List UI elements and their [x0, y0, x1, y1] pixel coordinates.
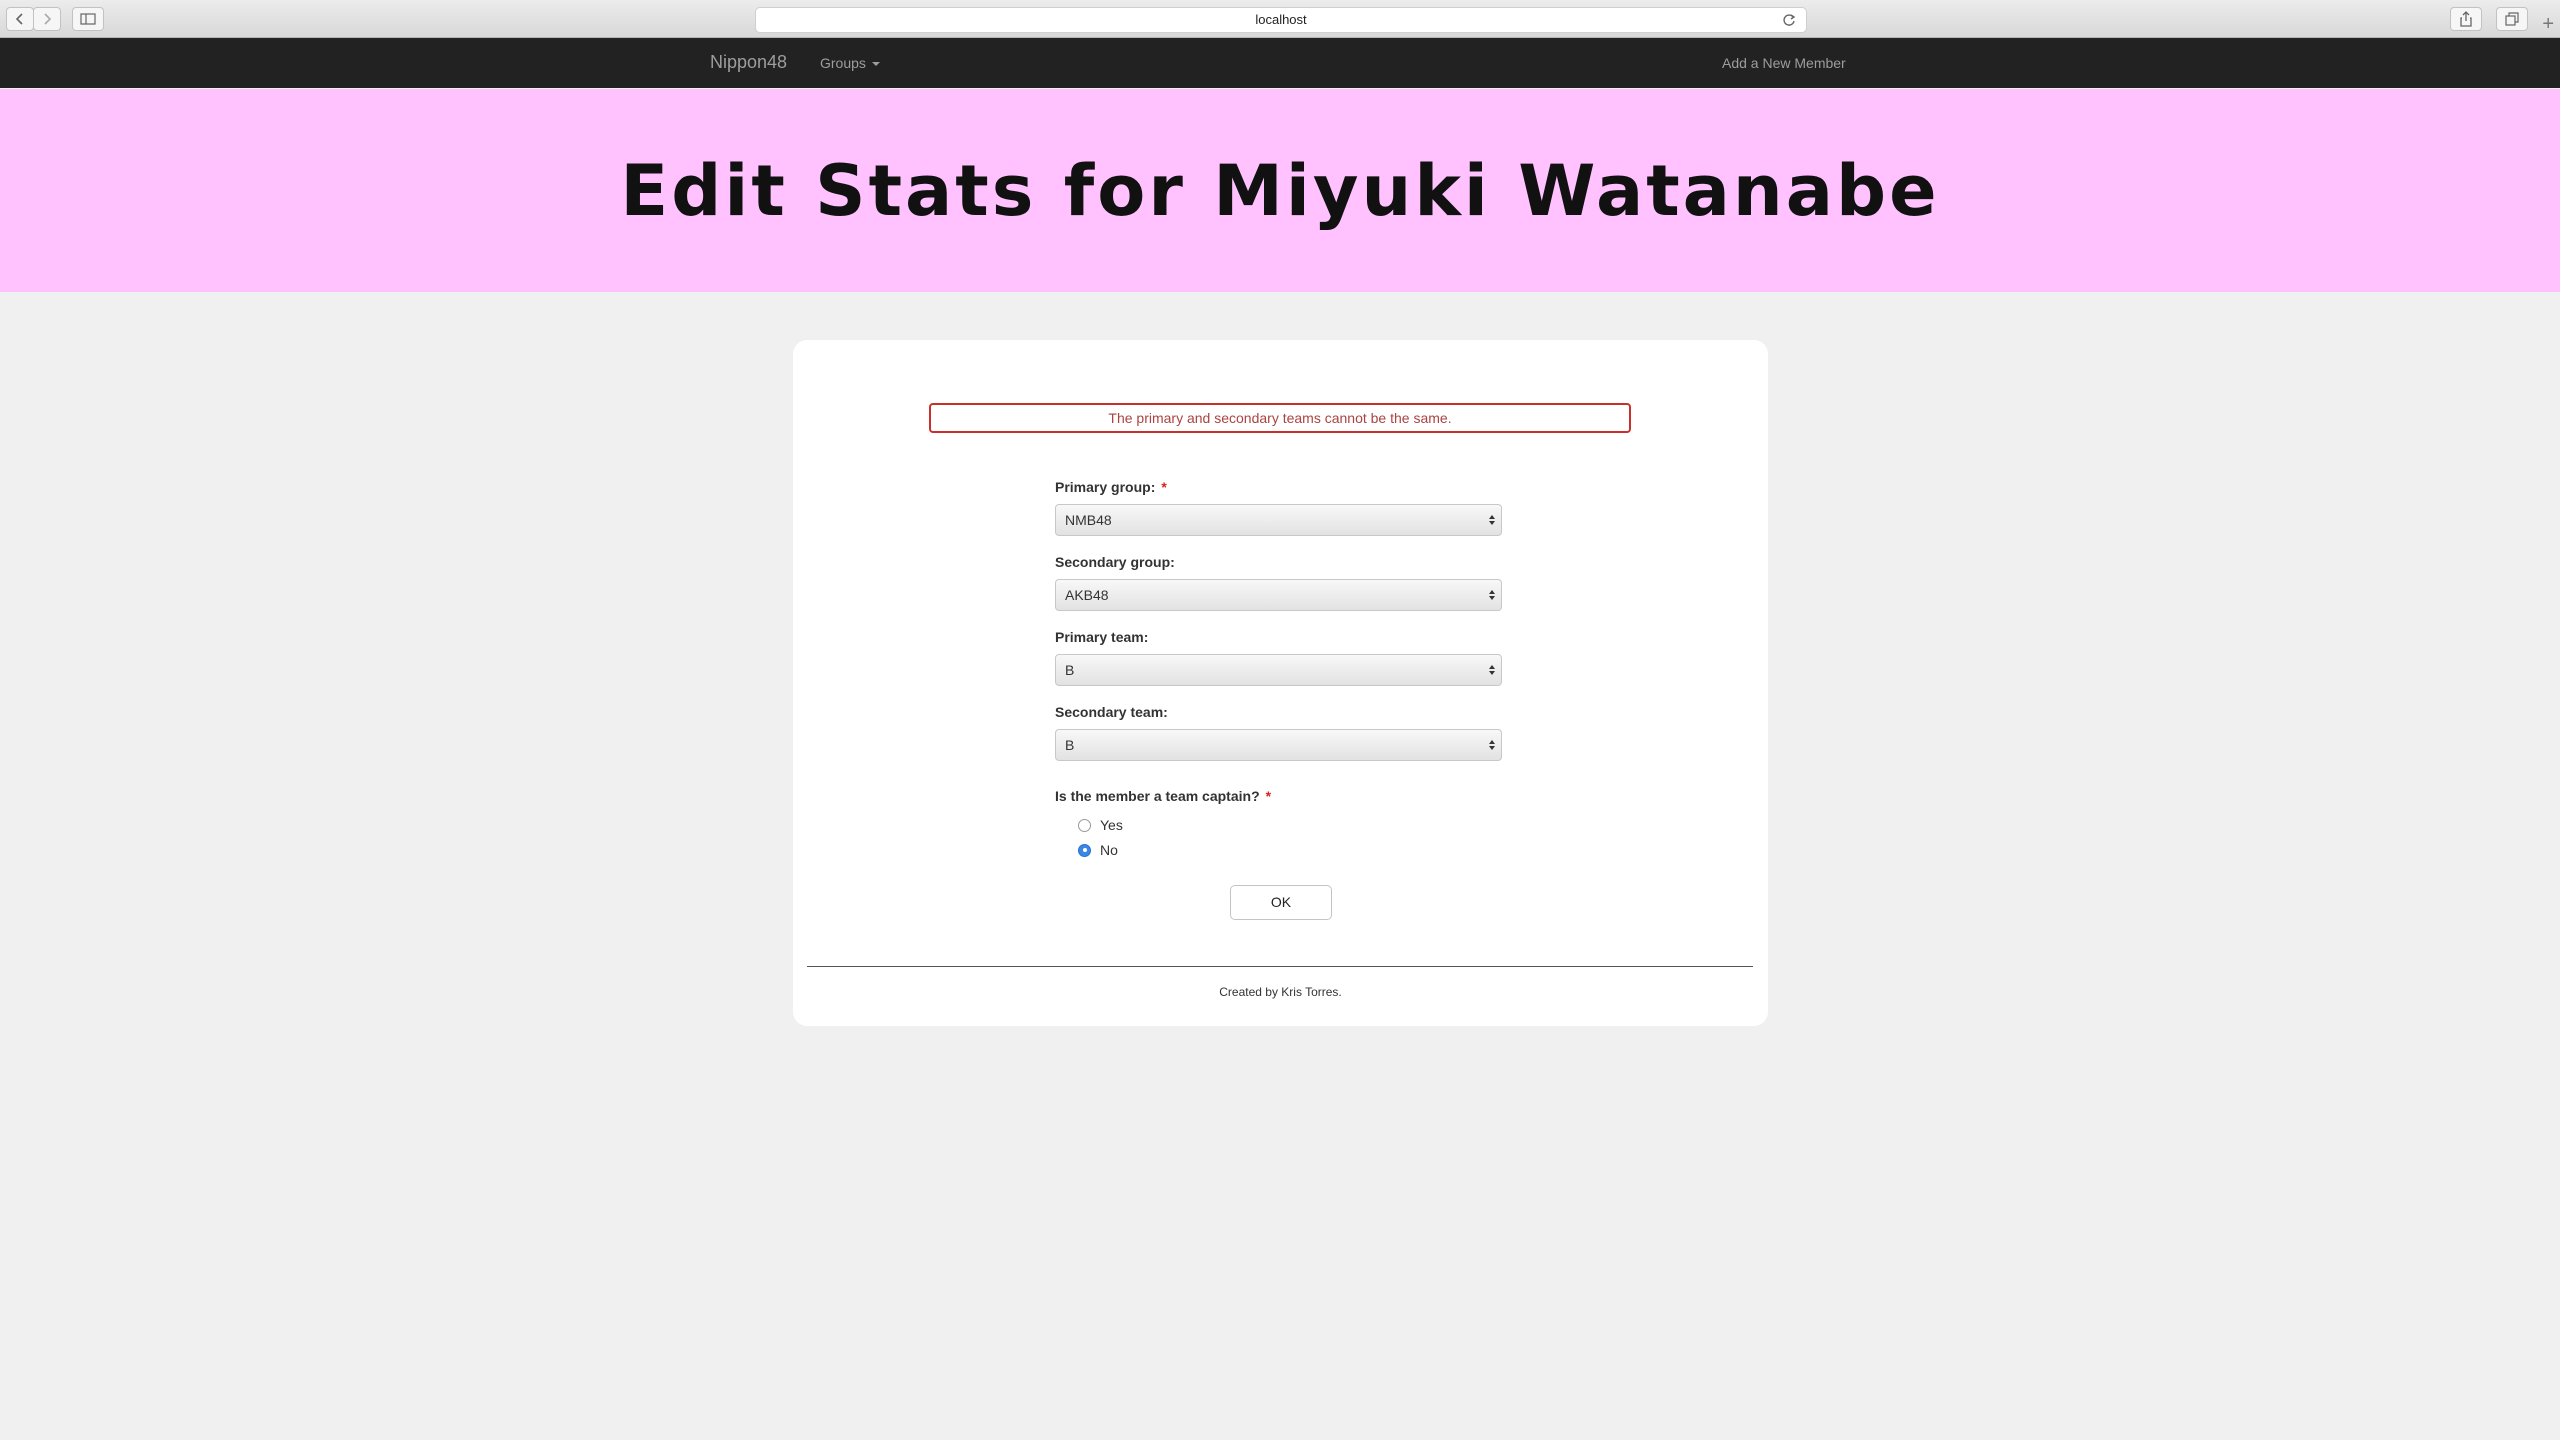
- sidebar-toggle-button[interactable]: [72, 7, 104, 31]
- edit-stats-card: The primary and secondary teams cannot b…: [793, 340, 1768, 1026]
- radio-no-label: No: [1100, 842, 1118, 858]
- primary-team-label: Primary team:: [1055, 629, 1149, 645]
- secondary-team-label: Secondary team:: [1055, 704, 1168, 720]
- primary-team-value: B: [1065, 662, 1075, 678]
- primary-group-value: NMB48: [1065, 512, 1112, 528]
- back-button[interactable]: [6, 7, 34, 31]
- sidebar-icon: [80, 13, 96, 25]
- required-asterisk: *: [1161, 479, 1167, 495]
- chevron-left-icon: [15, 13, 23, 25]
- footer-divider: [807, 966, 1753, 967]
- navbar-brand[interactable]: Nippon48: [710, 52, 787, 73]
- primary-team-select[interactable]: B: [1055, 654, 1502, 686]
- select-arrows-icon: [1489, 590, 1495, 600]
- new-tab-icon[interactable]: +: [2542, 14, 2554, 34]
- required-asterisk: *: [1265, 788, 1272, 804]
- primary-group-label-text: Primary group:: [1055, 479, 1156, 495]
- secondary-group-value: AKB48: [1065, 587, 1109, 603]
- reload-icon[interactable]: [1782, 11, 1796, 35]
- share-button[interactable]: [2450, 7, 2482, 31]
- groups-label: Groups: [820, 55, 866, 71]
- captain-option-no[interactable]: No: [1078, 842, 1118, 858]
- error-alert: The primary and secondary teams cannot b…: [929, 403, 1631, 433]
- caret-down-icon: [871, 62, 880, 67]
- primary-group-label: Primary group: *: [1055, 479, 1167, 495]
- captain-question-label: Is the member a team captain? *: [1055, 788, 1271, 804]
- select-arrows-icon: [1489, 740, 1495, 750]
- groups-dropdown[interactable]: Groups: [820, 55, 880, 71]
- url-text: localhost: [1255, 12, 1307, 27]
- address-bar[interactable]: localhost: [755, 7, 1807, 33]
- page-title: Edit Stats for Miyuki Watanabe: [620, 149, 1940, 232]
- secondary-team-select[interactable]: B: [1055, 729, 1502, 761]
- primary-group-select[interactable]: NMB48: [1055, 504, 1502, 536]
- select-arrows-icon: [1489, 515, 1495, 525]
- captain-question-text: Is the member a team captain?: [1055, 788, 1260, 804]
- page-header: Edit Stats for Miyuki Watanabe: [0, 89, 2560, 292]
- footer-credit: Created by Kris Torres.: [1219, 985, 1342, 999]
- captain-option-yes[interactable]: Yes: [1078, 817, 1123, 833]
- secondary-group-label: Secondary group:: [1055, 554, 1175, 570]
- tabs-button[interactable]: [2496, 7, 2528, 31]
- radio-yes-label: Yes: [1100, 817, 1123, 833]
- share-icon: [2460, 11, 2472, 27]
- select-arrows-icon: [1489, 665, 1495, 675]
- secondary-group-select[interactable]: AKB48: [1055, 579, 1502, 611]
- radio-yes[interactable]: [1078, 818, 1091, 832]
- navbar: Nippon48 Groups Add a New Member: [0, 38, 2560, 88]
- ok-button[interactable]: OK: [1230, 885, 1332, 920]
- secondary-team-value: B: [1065, 737, 1075, 753]
- tabs-icon: [2505, 12, 2519, 26]
- browser-toolbar: localhost +: [0, 0, 2560, 38]
- forward-button[interactable]: [33, 7, 61, 31]
- chevron-right-icon: [44, 13, 52, 25]
- radio-no[interactable]: [1078, 843, 1091, 857]
- add-member-link[interactable]: Add a New Member: [1722, 55, 1846, 71]
